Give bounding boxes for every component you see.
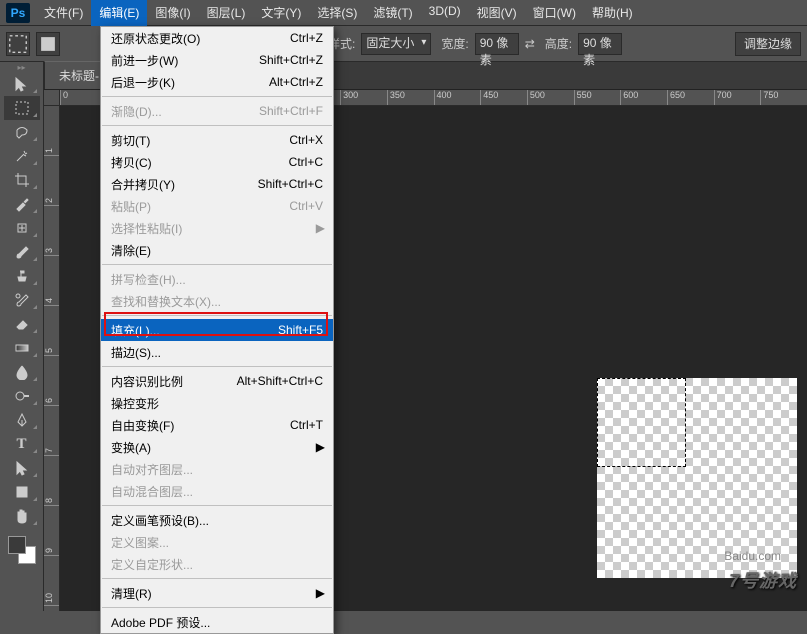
toolbox: ▸▸ T [0,62,44,611]
clone-stamp-tool-icon[interactable] [4,264,40,288]
refine-edge-button[interactable]: 调整边缘 [735,32,801,56]
type-tool-icon[interactable]: T [4,432,40,456]
menu-item-17[interactable]: 描边(S)... [101,341,333,363]
menu-item-1[interactable]: 前进一步(W)Shift+Ctrl+Z [101,49,333,71]
menu-item-22[interactable]: 变换(A)▶ [101,436,333,458]
menu-item-4: 渐隐(D)...Shift+Ctrl+F [101,100,333,122]
width-input[interactable]: 90 像素 [475,33,519,55]
pen-tool-icon[interactable] [4,408,40,432]
watermark-url: Baidu.com [724,549,781,563]
toolbox-grip[interactable]: ▸▸ [0,62,43,72]
tab-title: 未标题- [59,69,99,83]
history-brush-tool-icon[interactable] [4,288,40,312]
menu-7[interactable]: 3D(D) [421,0,469,26]
color-swatches[interactable] [8,536,36,564]
menu-item-30[interactable]: 清理(R)▶ [101,582,333,604]
hand-tool-icon[interactable] [4,504,40,528]
fg-color-swatch[interactable] [8,536,26,554]
healing-brush-tool-icon[interactable] [4,216,40,240]
brush-tool-icon[interactable] [4,240,40,264]
marquee-tool-icon[interactable] [6,32,30,56]
menu-item-24: 自动混合图层... [101,480,333,502]
ruler-vertical[interactable]: 12345678910 [44,106,60,611]
menu-item-6[interactable]: 剪切(T)Ctrl+X [101,129,333,151]
dodge-tool-icon[interactable] [4,384,40,408]
menu-item-23: 自动对齐图层... [101,458,333,480]
menu-9[interactable]: 窗口(W) [525,0,584,26]
menubar: Ps 文件(F)编辑(E)图像(I)图层(L)文字(Y)选择(S)滤镜(T)3D… [0,0,807,26]
watermark-logo: 7号游戏 [729,567,797,593]
menu-0[interactable]: 文件(F) [36,0,91,26]
marquee-selection [597,378,686,467]
magic-wand-tool-icon[interactable] [4,144,40,168]
menu-item-20[interactable]: 操控变形 [101,392,333,414]
marquee-mode-new-icon[interactable] [36,32,60,56]
crop-tool-icon[interactable] [4,168,40,192]
menu-item-7[interactable]: 拷贝(C)Ctrl+C [101,151,333,173]
height-label: 高度: [545,35,572,52]
height-input[interactable]: 90 像素 [578,33,622,55]
edit-menu-dropdown: 还原状态更改(O)Ctrl+Z前进一步(W)Shift+Ctrl+Z后退一步(K… [100,26,334,634]
menu-item-32[interactable]: Adobe PDF 预设... [101,611,333,633]
menu-item-9: 粘贴(P)Ctrl+V [101,195,333,217]
menu-item-28: 定义自定形状... [101,553,333,575]
menu-item-19[interactable]: 内容识别比例Alt+Shift+Ctrl+C [101,370,333,392]
menu-1[interactable]: 编辑(E) [91,0,147,26]
menu-item-10: 选择性粘贴(I)▶ [101,217,333,239]
ruler-origin[interactable] [44,90,60,106]
menu-item-11[interactable]: 清除(E) [101,239,333,261]
menu-8[interactable]: 视图(V) [469,0,525,26]
menu-3[interactable]: 图层(L) [199,0,254,26]
menu-10[interactable]: 帮助(H) [584,0,641,26]
menu-6[interactable]: 滤镜(T) [365,0,420,26]
menu-item-16[interactable]: 填充(L)...Shift+F5 [101,319,333,341]
shape-tool-icon[interactable] [4,480,40,504]
marquee-tool-icon[interactable] [4,96,40,120]
menu-item-8[interactable]: 合并拷贝(Y)Shift+Ctrl+C [101,173,333,195]
blur-tool-icon[interactable] [4,360,40,384]
menu-item-27: 定义图案... [101,531,333,553]
app-logo: Ps [6,3,30,23]
path-selection-tool-icon[interactable] [4,456,40,480]
menu-2[interactable]: 图像(I) [147,0,198,26]
style-select[interactable]: 固定大小 [361,33,431,55]
menu-5[interactable]: 选择(S) [309,0,365,26]
swap-icon[interactable]: ⇄ [525,37,535,51]
eraser-tool-icon[interactable] [4,312,40,336]
lasso-tool-icon[interactable] [4,120,40,144]
move-tool-icon[interactable] [4,72,40,96]
eyedropper-tool-icon[interactable] [4,192,40,216]
width-label: 宽度: [441,35,468,52]
menu-item-13: 拼写检查(H)... [101,268,333,290]
menu-item-0[interactable]: 还原状态更改(O)Ctrl+Z [101,27,333,49]
menu-4[interactable]: 文字(Y) [253,0,309,26]
gradient-tool-icon[interactable] [4,336,40,360]
menu-item-21[interactable]: 自由变换(F)Ctrl+T [101,414,333,436]
menu-item-2[interactable]: 后退一步(K)Alt+Ctrl+Z [101,71,333,93]
menu-item-14: 查找和替换文本(X)... [101,290,333,312]
document-canvas[interactable] [597,378,797,578]
menu-item-26[interactable]: 定义画笔预设(B)... [101,509,333,531]
